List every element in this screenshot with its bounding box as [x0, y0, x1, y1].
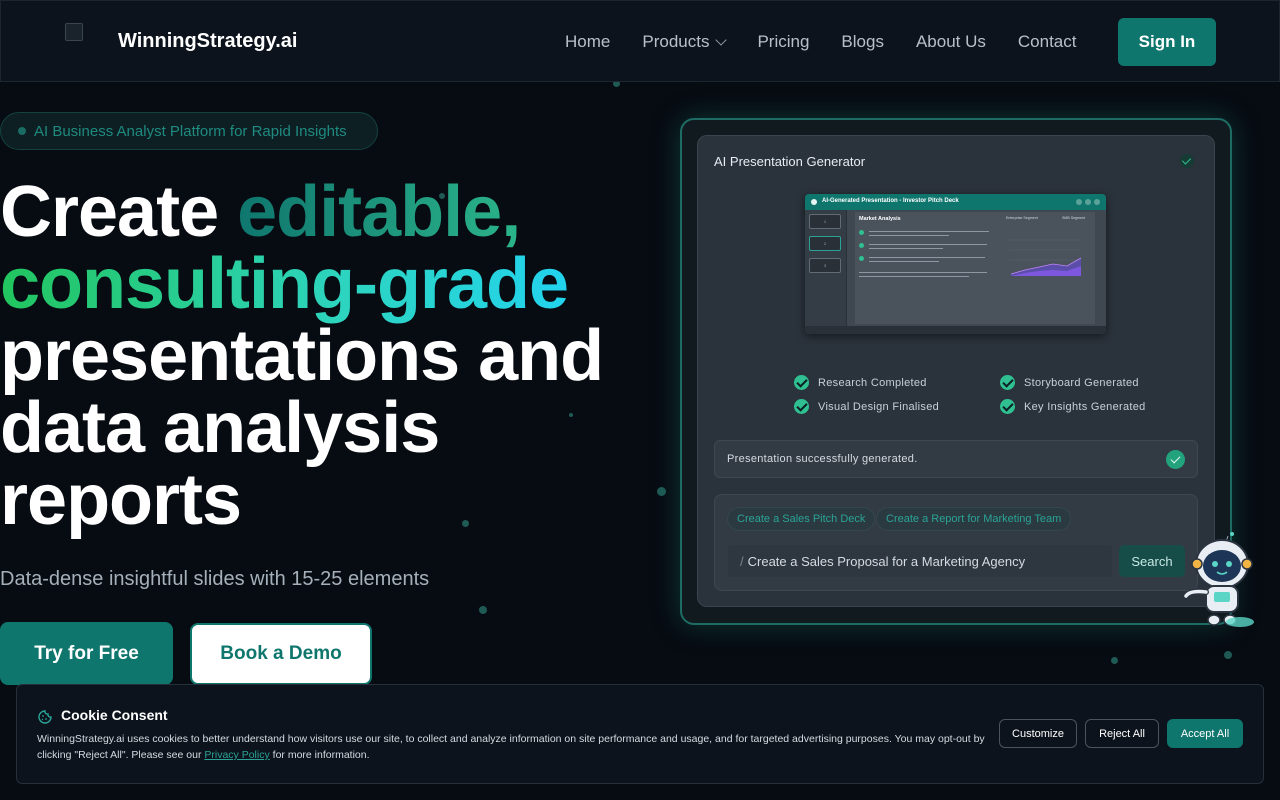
cookie-text-body: WinningStrategy.ai uses cookies to bette… — [37, 733, 985, 761]
nav-link-products[interactable]: Products — [642, 32, 728, 52]
nav-link-blogs[interactable]: Blogs — [841, 32, 884, 52]
cookie-icon — [38, 710, 52, 724]
top-navbar: WinningStrategy.ai Home Products Pricing… — [0, 0, 1280, 82]
suggestion-chip-marketing-report[interactable]: Create a Report for Marketing Team — [876, 507, 1072, 531]
cookie-customize-button[interactable]: Customize — [999, 719, 1077, 748]
sign-in-button[interactable]: Sign In — [1118, 18, 1216, 66]
preview-footer — [805, 326, 1106, 334]
badge-dot-icon — [18, 127, 26, 135]
prompt-input-value: Create a Sales Proposal for a Marketing … — [747, 553, 1026, 569]
window-controls-icon — [1076, 199, 1100, 205]
preview-slide: Market Analysis Enterprise Segment SMB S… — [855, 212, 1095, 324]
hero-badge-text: AI Business Analyst Platform for Rapid I… — [34, 122, 347, 140]
checklist-item: Key Insights Generated — [1000, 399, 1146, 414]
prompt-input[interactable]: / Create a Sales Proposal for a Marketin… — [728, 545, 1112, 577]
nav-link-about[interactable]: About Us — [916, 32, 986, 52]
slide-thumb: 3 — [809, 258, 841, 273]
nav-link-home[interactable]: Home — [565, 32, 610, 52]
check-circle-icon — [794, 375, 809, 390]
checklist-label: Storyboard Generated — [1024, 376, 1139, 389]
suggestion-chip-sales-pitch[interactable]: Create a Sales Pitch Deck — [727, 507, 876, 531]
hero-title-accent-1: editable, — [237, 172, 521, 252]
presentation-preview: AI-Generated Presentation - Investor Pit… — [805, 194, 1106, 334]
hero-title: Create editable, consulting-grade presen… — [0, 176, 680, 536]
preview-window-title: AI-Generated Presentation - Investor Pit… — [822, 198, 959, 204]
checklist-label: Key Insights Generated — [1024, 400, 1146, 413]
cookie-title: Cookie Consent — [61, 707, 168, 723]
slide-bullet — [859, 230, 999, 240]
status-text: Presentation successfully generated. — [727, 453, 918, 465]
privacy-policy-link[interactable]: Privacy Policy — [204, 749, 269, 761]
check-icon — [1180, 154, 1194, 168]
check-circle-icon — [1000, 375, 1015, 390]
legend-enterprise: Enterprise Segment — [1006, 216, 1038, 220]
area-chart-icon — [1009, 239, 1082, 276]
nav-links: Home Products Pricing Blogs About Us Con… — [565, 32, 1108, 52]
slash-command-icon: / — [740, 553, 744, 569]
checklist-item: Storyboard Generated — [1000, 375, 1139, 390]
cookie-reject-all-button[interactable]: Reject All — [1085, 719, 1159, 748]
nav-link-pricing[interactable]: Pricing — [757, 32, 809, 52]
card-title: AI Presentation Generator — [714, 154, 866, 169]
brand-name[interactable]: WinningStrategy.ai — [118, 30, 297, 53]
hero-subtitle: Data-dense insightful slides with 15-25 … — [0, 568, 430, 590]
check-circle-icon — [794, 399, 809, 414]
slide-thumb: 2 — [809, 236, 841, 251]
success-check-icon — [1166, 450, 1185, 469]
cookie-text: WinningStrategy.ai uses cookies to bette… — [37, 731, 992, 763]
nav-link-contact[interactable]: Contact — [1018, 32, 1077, 52]
status-banner: Presentation successfully generated. — [714, 440, 1198, 478]
slide-thumb: 1 — [809, 214, 841, 229]
hero-badge: AI Business Analyst Platform for Rapid I… — [0, 112, 378, 150]
logo-image[interactable] — [65, 23, 83, 41]
legend-smb: SMB Segment — [1062, 216, 1086, 220]
hero-title-line5: reports — [0, 460, 242, 540]
hero-title-line1: Create — [0, 172, 238, 252]
search-button[interactable]: Search — [1119, 545, 1185, 577]
book-a-demo-button[interactable]: Book a Demo — [190, 623, 372, 685]
robot-mascot-icon[interactable] — [1180, 530, 1262, 630]
slide-bullet — [859, 243, 999, 253]
preview-titlebar: AI-Generated Presentation - Investor Pit… — [805, 194, 1106, 210]
slide-heading: Market Analysis — [859, 216, 901, 222]
hero-title-line3: presentations and — [0, 316, 604, 396]
hero-title-line4: data analysis — [0, 388, 440, 468]
checklist-item: Visual Design Finalised — [794, 399, 939, 414]
chevron-down-icon — [715, 33, 728, 46]
slide-paragraph — [859, 272, 999, 282]
checklist-item: Research Completed — [794, 375, 927, 390]
cookie-accept-all-button[interactable]: Accept All — [1167, 719, 1243, 748]
checklist-label: Visual Design Finalised — [818, 400, 940, 413]
hero-title-accent-2: consulting-grade — [0, 244, 569, 324]
checklist-label: Research Completed — [818, 376, 927, 389]
slide-bullet — [859, 256, 999, 266]
cookie-text-tail: for more information. — [269, 749, 370, 761]
check-circle-icon — [1000, 399, 1015, 414]
preview-app-icon — [811, 199, 817, 205]
try-for-free-button[interactable]: Try for Free — [0, 622, 173, 685]
nav-link-products-label: Products — [642, 32, 710, 51]
preview-sidebar: 1 2 3 — [805, 210, 847, 326]
